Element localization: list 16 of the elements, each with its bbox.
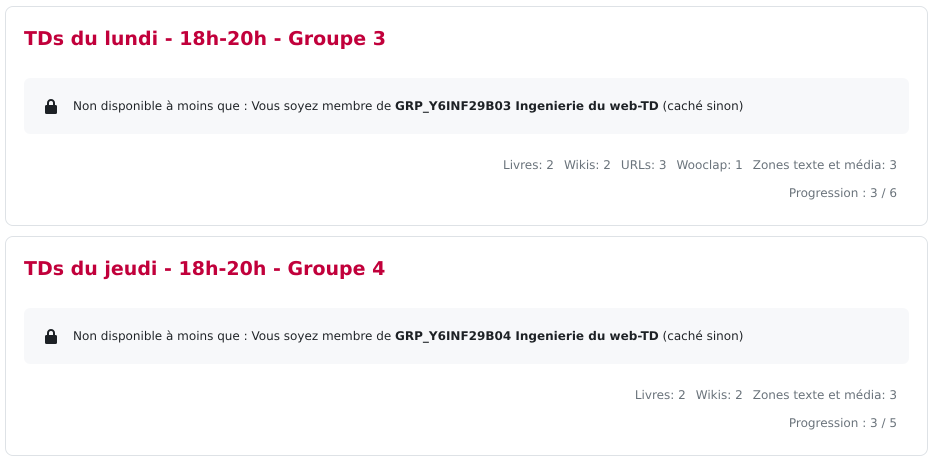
lock-icon: [44, 98, 58, 114]
progress-text: Progression : 3 / 6: [788, 185, 897, 202]
activity-count: Livres: 2: [503, 157, 554, 174]
activity-count: Zones texte et média: 3: [752, 387, 897, 404]
progress-text: Progression : 3 / 5: [788, 415, 897, 432]
activity-count: Wikis: 2: [564, 157, 611, 174]
activity-count: Zones texte et média: 3: [752, 157, 897, 174]
activity-count: Wooclap: 1: [676, 157, 743, 174]
activity-count: URLs: 3: [620, 157, 666, 174]
lock-icon: [44, 328, 58, 344]
activity-count: Livres: 2: [634, 387, 686, 404]
section-title[interactable]: TDs du lundi - 18h-20h - Groupe 3: [24, 25, 909, 53]
section-title[interactable]: TDs du jeudi - 18h-20h - Groupe 4: [24, 255, 909, 283]
activity-count: Wikis: 2: [696, 387, 743, 404]
restriction-text: Non disponible à moins que : Vous soyez membre de GRP_Y6INF29B03 Ingenierie du web-TD (caché sinon): [73, 98, 744, 115]
restriction-text: Non disponible à moins que : Vous soyez membre de GRP_Y6INF29B04 Ingenierie du web-TD (caché sinon): [73, 328, 744, 345]
